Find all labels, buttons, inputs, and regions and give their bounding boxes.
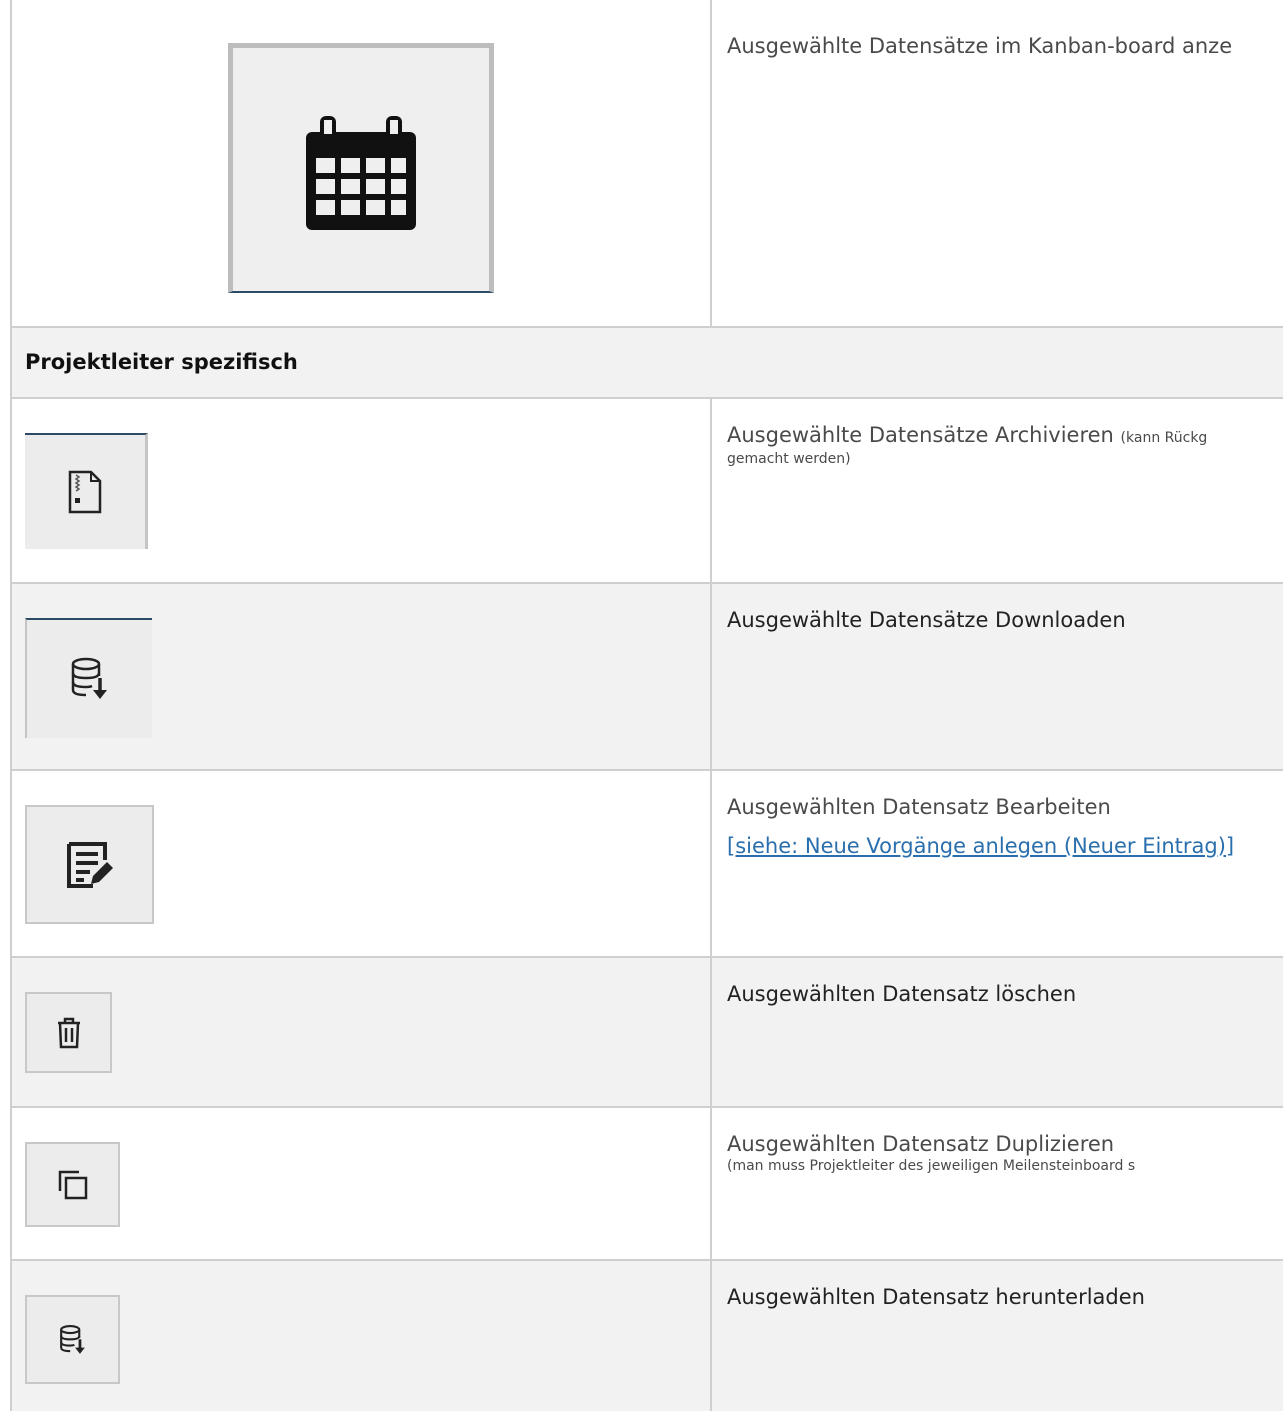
table-row: Ausgewählte Datensätze Downloaden [10,584,1283,771]
section-title: Projektleiter spezifisch [25,350,298,374]
database-download-icon [71,657,107,699]
column-divider [710,958,712,1106]
row-left-border [10,771,12,956]
archive-zip-icon [68,470,102,514]
calendar-icon [306,115,416,230]
row-description: Ausgewählten Datensatz Bearbeiten [siehe… [727,791,1283,862]
table-row: Ausgewählte Datensätze im Kanban-board a… [10,0,1283,328]
row-description: Ausgewählte Datensätze Downloaden [727,604,1283,636]
section-header-row: Projektleiter spezifisch [10,328,1283,399]
row-description: Ausgewählte Datensätze Archivieren (kann… [727,419,1283,468]
table-row: Ausgewählten Datensatz löschen [10,958,1283,1108]
row-description: Ausgewählten Datensatz Duplizieren (man … [727,1128,1283,1176]
download-record-button[interactable] [25,1295,120,1384]
row-left-border [10,584,12,769]
see-also-link[interactable]: [siehe: Neue Vorgänge anlegen (Neuer Ein… [727,834,1234,858]
description-text: Ausgewählte Datensätze Archivieren [727,423,1114,447]
table-row: Ausgewählten Datensatz herunterladen [10,1261,1283,1411]
row-left-border [10,328,12,397]
database-download-icon [59,1324,85,1354]
column-divider [710,1108,712,1259]
edit-document-icon [66,841,113,888]
description-note-continued: gemacht werden) [727,451,851,467]
trash-icon [57,1017,80,1048]
description-text: Ausgewählte Datensätze im Kanban-board a… [727,34,1233,58]
description-note: (man muss Projektleiter des jeweiligen M… [727,1158,1136,1174]
description-text: Ausgewählten Datensatz löschen [727,982,1077,1006]
column-divider [710,399,712,582]
row-description: Ausgewählten Datensatz herunterladen [727,1281,1283,1313]
column-divider [710,584,712,769]
table-row: Ausgewählte Datensätze Archivieren (kann… [10,399,1283,584]
duplicate-icon [58,1170,87,1199]
column-divider [710,1261,712,1411]
row-left-border [10,0,12,326]
column-divider [710,0,712,326]
edit-record-button[interactable] [25,805,154,924]
row-left-border [10,958,12,1106]
description-text: Ausgewählten Datensatz Bearbeiten [727,795,1111,819]
row-left-border [10,399,12,582]
row-left-border [10,1108,12,1259]
table-row: Ausgewählten Datensatz Bearbeiten [siehe… [10,771,1283,958]
description-text: Ausgewählten Datensatz herunterladen [727,1285,1145,1309]
table-row: Ausgewählten Datensatz Duplizieren (man … [10,1108,1283,1261]
row-description: Ausgewählten Datensatz löschen [727,978,1283,1010]
download-records-button[interactable] [25,618,152,738]
delete-record-button[interactable] [25,992,112,1073]
archive-button[interactable] [25,433,148,549]
row-left-border [10,1261,12,1411]
feature-table: Ausgewählte Datensätze im Kanban-board a… [10,0,1283,1411]
column-divider [710,771,712,956]
kanban-calendar-button[interactable] [228,43,494,293]
duplicate-record-button[interactable] [25,1142,120,1227]
row-description: Ausgewählte Datensätze im Kanban-board a… [727,30,1283,62]
description-note: (kann Rückg [1120,430,1208,446]
description-text: Ausgewählte Datensätze Downloaden [727,608,1126,632]
